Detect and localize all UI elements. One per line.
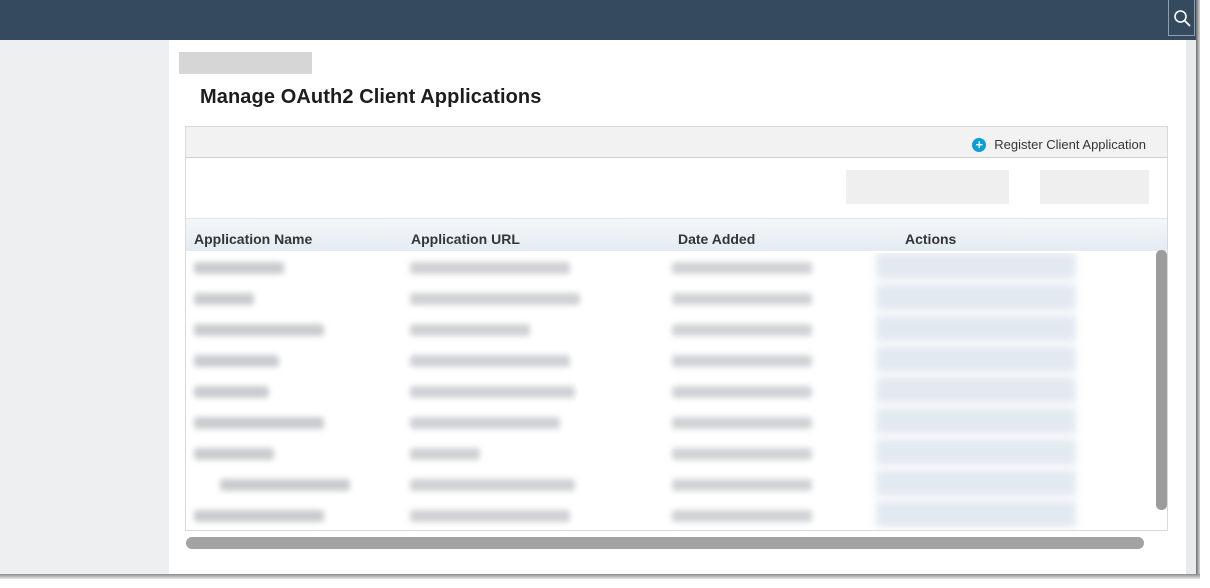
blurred-cell [220,479,350,491]
blurred-cell [194,386,269,398]
blurred-cell [410,355,570,367]
table-row[interactable] [190,408,1155,439]
window-shadow-right [1196,0,1200,578]
left-sidebar [0,40,169,574]
blurred-cell [194,417,324,429]
blurred-cell [672,355,812,367]
table-header: Application Name Application URL Date Ad… [186,218,1167,251]
right-edge-strip [1186,40,1196,574]
blurred-cell [672,324,812,336]
window-shadow-bottom [0,574,1200,579]
column-header-application-name[interactable]: Application Name [194,231,312,247]
panel-toolbar: + Register Client Application [186,127,1167,158]
blurred-cell [410,324,530,336]
blurred-cell [194,448,274,460]
blurred-cell [410,479,575,491]
table-row[interactable] [190,501,1155,532]
column-header-actions: Actions [905,231,957,247]
plus-circle-icon: + [972,137,987,152]
blurred-cell [410,262,570,274]
blurred-cell [194,262,284,274]
vertical-scrollbar[interactable] [1156,250,1167,510]
blurred-cell [672,510,812,522]
horizontal-scrollbar[interactable] [186,537,1144,549]
table-row[interactable] [190,439,1155,470]
search-button[interactable] [1168,0,1195,36]
blurred-cell [194,324,324,336]
applications-panel: + Register Client Application Applicatio… [185,126,1168,531]
blurred-cell [876,408,1076,434]
blurred-cell [672,386,812,398]
table-row[interactable] [190,253,1155,284]
blurred-cell [876,501,1076,527]
blurred-cell [672,417,812,429]
breadcrumb[interactable] [179,52,312,74]
table-body [190,253,1155,532]
page-title: Manage OAuth2 Client Applications [200,86,542,108]
filter-button[interactable] [1040,170,1149,204]
filter-input[interactable] [846,170,1009,204]
blurred-cell [876,470,1076,496]
table-row[interactable] [190,377,1155,408]
blurred-cell [876,439,1076,465]
blurred-cell [410,510,570,522]
table-row[interactable] [190,315,1155,346]
blurred-cell [194,293,254,305]
blurred-cell [876,315,1076,341]
blurred-cell [876,253,1076,279]
search-icon [1173,9,1190,26]
blurred-cell [876,284,1076,310]
top-header-bar [0,0,1196,40]
table-row[interactable] [190,284,1155,315]
blurred-cell [672,262,812,274]
blurred-cell [876,377,1076,403]
blurred-cell [410,386,575,398]
table-row[interactable] [190,470,1155,501]
blurred-cell [410,293,580,305]
blurred-cell [194,510,324,522]
column-header-date-added[interactable]: Date Added [678,231,755,247]
column-header-application-url[interactable]: Application URL [411,231,520,247]
table-row[interactable] [190,346,1155,377]
blurred-cell [410,448,480,460]
blurred-cell [876,346,1076,372]
blurred-cell [672,293,812,305]
blurred-cell [410,417,560,429]
blurred-cell [194,355,279,367]
blurred-cell [672,479,812,491]
blurred-cell [672,448,812,460]
register-button-label: Register Client Application [994,137,1146,152]
register-client-application-button[interactable]: + Register Client Application [972,137,1146,152]
